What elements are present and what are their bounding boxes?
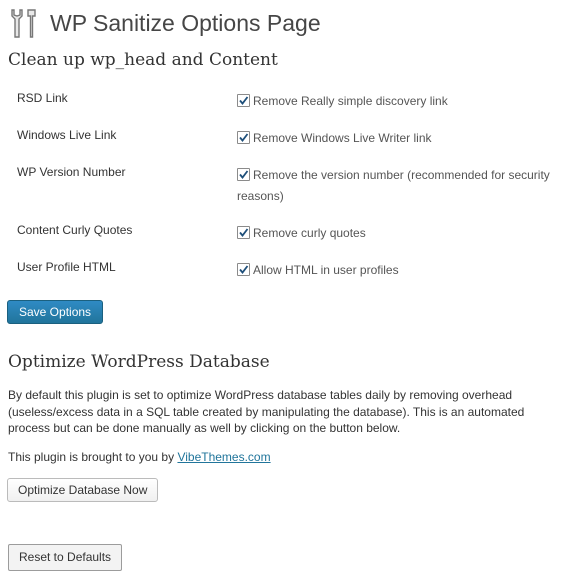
option-description: Remove curly quotes — [253, 226, 366, 240]
option-description: Remove Windows Live Writer link — [253, 131, 432, 145]
option-field[interactable]: Remove Windows Live Writer link — [237, 128, 562, 149]
option-label: WP Version Number — [17, 165, 126, 179]
credit-line: This plugin is brought to you by VibeThe… — [8, 449, 558, 466]
windows-live-link-checkbox[interactable] — [237, 131, 250, 144]
curly-quotes-checkbox[interactable] — [237, 226, 250, 239]
page-title: WP Sanitize Options Page — [50, 9, 321, 36]
rsd-link-checkbox[interactable] — [237, 94, 250, 107]
option-label: RSD Link — [17, 91, 68, 105]
save-options-button[interactable]: Save Options — [7, 300, 104, 324]
checkmark-icon — [239, 96, 249, 105]
cleanup-section-title: Clean up wp_head and Content — [8, 50, 278, 70]
option-description: Allow HTML in user profiles — [253, 263, 399, 277]
optimize-database-button[interactable]: Optimize Database Now — [7, 478, 159, 502]
checkmark-icon — [239, 265, 249, 274]
checkmark-icon — [239, 170, 249, 179]
vibethemes-link[interactable]: VibeThemes.com — [177, 450, 270, 464]
option-field[interactable]: Remove Really simple discovery link — [237, 91, 562, 112]
user-profile-html-checkbox[interactable] — [237, 263, 250, 276]
page-header: WP Sanitize Options Page — [6, 6, 321, 40]
option-description: Remove the version number (recommended f… — [237, 168, 550, 203]
option-field[interactable]: Remove the version number (recommended f… — [237, 165, 562, 207]
option-description: Remove Really simple discovery link — [253, 94, 448, 108]
option-label: Windows Live Link — [17, 128, 117, 142]
option-field[interactable]: Allow HTML in user profiles — [237, 260, 562, 281]
checkmark-icon — [239, 228, 249, 237]
wp-version-number-checkbox[interactable] — [237, 168, 250, 181]
option-field[interactable]: Remove curly quotes — [237, 223, 562, 244]
optimize-section-title: Optimize WordPress Database — [8, 352, 270, 372]
reset-to-defaults-button[interactable]: Reset to Defaults — [8, 544, 123, 571]
option-label: Content Curly Quotes — [17, 223, 133, 237]
tools-icon — [11, 9, 36, 38]
credit-text: This plugin is brought to you by — [8, 450, 178, 464]
optimize-description: By default this plugin is set to optimiz… — [8, 388, 525, 435]
checkmark-icon — [239, 133, 249, 142]
option-label: User Profile HTML — [17, 260, 116, 274]
